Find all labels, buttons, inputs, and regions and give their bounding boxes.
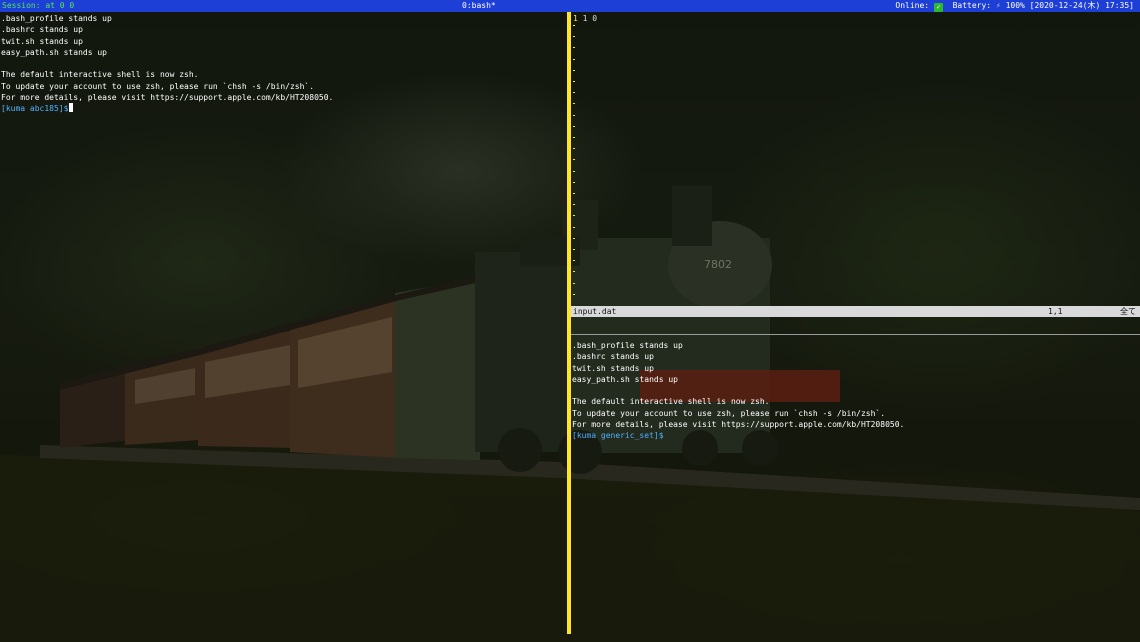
vim-tilde-marker: [573, 181, 575, 183]
vim-tilde-marker: [573, 148, 575, 150]
session-indicator: Session: at 0 0: [2, 1, 75, 10]
plug-icon: ⚡: [995, 1, 1001, 10]
vim-tilde-marker: [573, 193, 575, 194]
vim-tilde-marker: [573, 114, 575, 116]
output-line: twit.sh stands up: [1, 36, 83, 46]
output-line: .bash_profile stands up: [572, 341, 683, 350]
output-line: .bashrc stands up: [572, 352, 654, 362]
output-line: The default interactive shell is now zsh…: [1, 70, 199, 80]
vim-tilde-marker: [573, 125, 575, 127]
shell-prompt: [kuma generic_set]$: [572, 431, 664, 441]
vim-line-text: 1 0: [582, 14, 598, 23]
window-tab-bash[interactable]: 0:bash*: [462, 0, 496, 12]
vim-tilde-marker: [573, 103, 575, 105]
vim-scroll-percent: 全て: [1120, 307, 1136, 316]
check-mark-icon: ✓: [933, 3, 943, 12]
vim-tilde-marker: [573, 204, 575, 206]
vim-tilde-marker: [573, 237, 575, 239]
output-line: .bashrc stands up: [1, 25, 83, 35]
vim-tilde-marker: [573, 226, 575, 228]
vim-tilde-marker: [573, 215, 575, 217]
pane-divider[interactable]: [567, 12, 571, 634]
vim-tilde-marker: [573, 69, 575, 71]
status-right: Online: ✓ Battery: ⚡ 100% [2020-12-24(木)…: [895, 0, 1134, 12]
output-line: To update your account to use zsh, pleas…: [572, 408, 886, 418]
vim-tilde-marker: [573, 36, 575, 38]
vim-split-separator[interactable]: [571, 334, 1140, 335]
left-shell-pane[interactable]: .bash_profile stands up .bashrc stands u…: [1, 13, 333, 115]
output-line: easy_path.sh stands up: [572, 374, 678, 384]
vim-buffer-line[interactable]: 1 1 0: [573, 13, 597, 24]
terminal-window: 7802 Session: at 0 0 0:bash* Online: ✓ B…: [0, 0, 1140, 642]
vim-tilde-marker: [573, 271, 575, 273]
output-line: For more details, please visit https://s…: [572, 420, 905, 430]
vim-tilde-marker: [573, 58, 575, 60]
vim-empty-line-markers: [573, 25, 577, 305]
vim-tilde-marker: [573, 81, 575, 82]
vim-tilde-marker: [573, 25, 575, 26]
output-line: To update your account to use zsh, pleas…: [1, 81, 315, 91]
vim-tilde-marker: [573, 92, 575, 94]
right-shell-pane[interactable]: .bash_profile stands up .bashrc stands u…: [572, 340, 904, 442]
vim-line-number: 1: [573, 14, 578, 23]
online-label: Online:: [895, 1, 930, 10]
output-line: .bash_profile stands up: [1, 14, 112, 23]
locomotive-number: 7802: [704, 258, 732, 271]
output-line: For more details, please visit https://s…: [1, 93, 334, 103]
datetime-text: 100% [2020-12-24(木) 17:35]: [1005, 1, 1134, 10]
vim-tilde-marker: [573, 260, 575, 262]
battery-label: Battery:: [952, 1, 992, 10]
vim-tilde-marker: [573, 47, 575, 49]
tmux-status-bar: Session: at 0 0 0:bash* Online: ✓ Batter…: [0, 0, 1140, 12]
output-line: The default interactive shell is now zsh…: [572, 397, 770, 407]
vim-tilde-marker: [573, 170, 575, 172]
shell-prompt: [kuma abc185]$: [1, 104, 69, 114]
vim-filename: input.dat: [573, 307, 617, 316]
vim-tilde-marker: [573, 249, 575, 250]
output-line: twit.sh stands up: [572, 363, 654, 373]
output-line: easy_path.sh stands up: [1, 47, 107, 57]
vim-cursor-position: 1,1: [1048, 307, 1063, 316]
vim-tilde-marker: [573, 137, 575, 138]
vim-statusline: input.dat 1,1 全て: [571, 306, 1140, 317]
vim-tilde-marker: [573, 159, 575, 161]
vim-tilde-marker: [573, 293, 575, 295]
terminal-cursor: [69, 103, 74, 113]
vim-tilde-marker: [573, 282, 575, 284]
